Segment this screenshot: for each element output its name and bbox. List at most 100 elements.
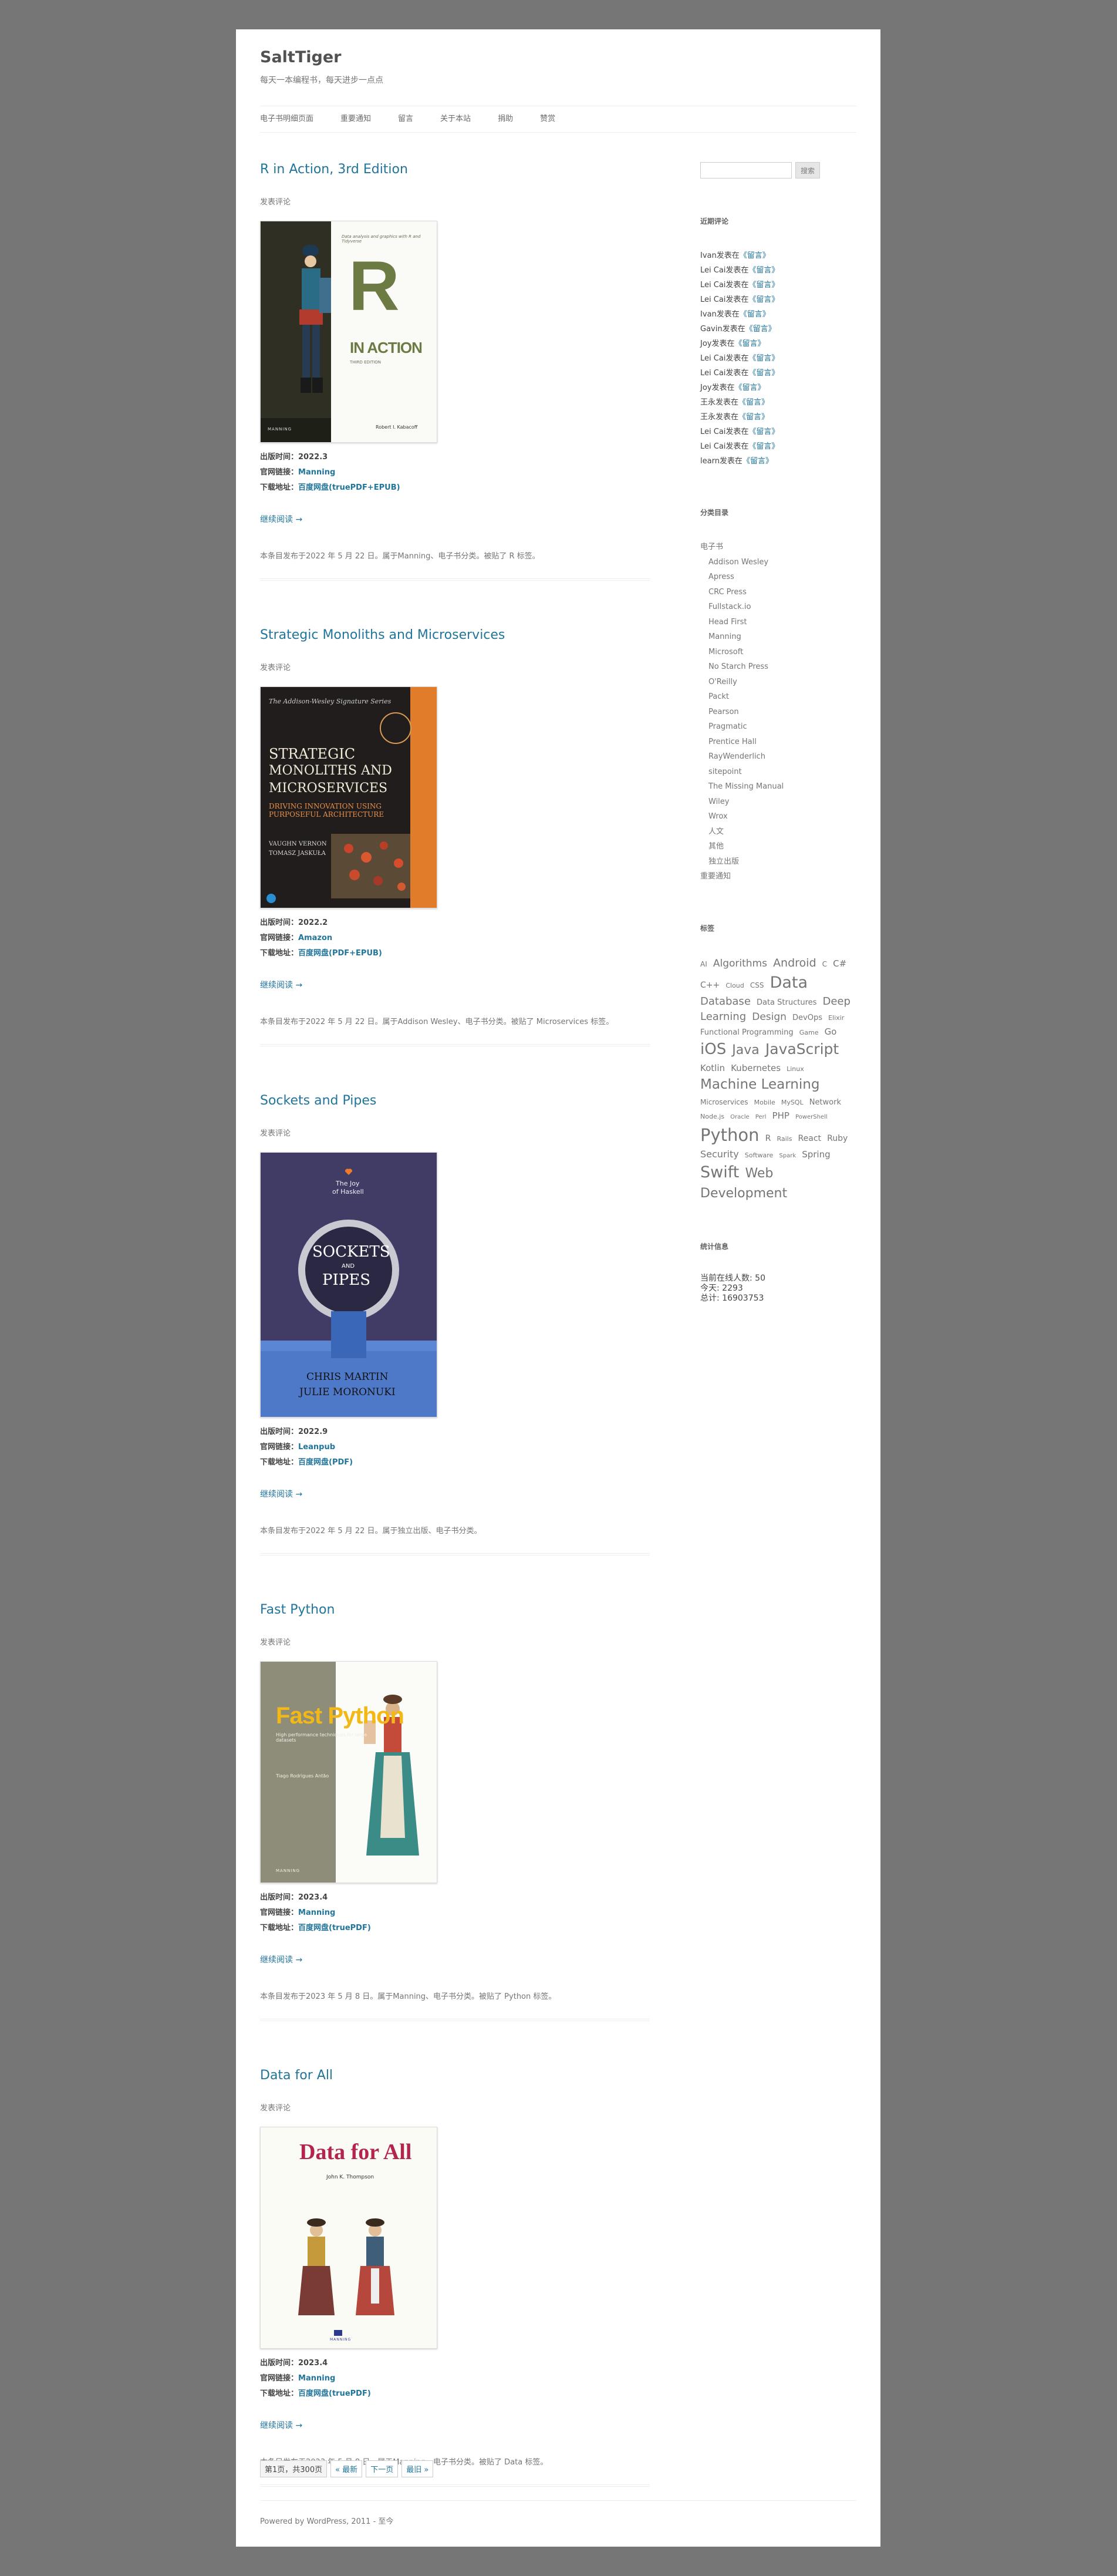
comment-post-link[interactable]: 《留言》 <box>740 310 770 319</box>
category-item[interactable]: No Starch Press <box>700 659 856 675</box>
tag-link[interactable]: Database <box>700 995 751 1008</box>
post-title[interactable]: Strategic Monoliths and Microservices <box>260 628 650 642</box>
category-item[interactable]: 电子书 <box>700 540 856 555</box>
comment-post-link[interactable]: 《留言》 <box>748 295 779 304</box>
tag-link[interactable]: C++ <box>700 981 720 990</box>
comment-post-link[interactable]: 《留言》 <box>734 339 765 348</box>
comment-post-link[interactable]: 《留言》 <box>734 383 765 392</box>
official-site-link[interactable]: Manning <box>298 468 335 477</box>
comments-link[interactable]: 发表评论 <box>260 661 650 672</box>
tag-link[interactable]: Spark <box>779 1153 796 1159</box>
tag-link[interactable]: Security <box>700 1149 739 1160</box>
comment-post-link[interactable]: 《留言》 <box>740 251 770 260</box>
comment-post-link[interactable]: 《留言》 <box>748 442 779 451</box>
tag-link[interactable]: Perl <box>755 1114 767 1120</box>
download-link[interactable]: 百度网盘(PDF) <box>298 1458 353 1467</box>
tag-link[interactable]: R <box>765 1134 771 1143</box>
comments-link[interactable]: 发表评论 <box>260 1127 650 1138</box>
category-item[interactable]: O'Reilly <box>700 675 856 690</box>
tag-link[interactable]: AI <box>700 960 707 968</box>
category-item[interactable]: Addison Wesley <box>700 555 856 570</box>
tag-link[interactable]: Ruby <box>827 1134 848 1143</box>
post-title[interactable]: R in Action, 3rd Edition <box>260 162 650 177</box>
comments-link[interactable]: 发表评论 <box>260 196 650 207</box>
tag-link[interactable]: Microservices <box>700 1098 748 1106</box>
continue-reading-link[interactable]: 继续阅读 → <box>260 1954 650 1965</box>
tag-link[interactable]: CSS <box>750 981 764 989</box>
search-input[interactable] <box>700 162 792 179</box>
tag-link[interactable]: C <box>822 960 827 968</box>
official-site-link[interactable]: Manning <box>298 1908 335 1917</box>
tag-link[interactable]: Linux <box>787 1065 804 1073</box>
tag-link[interactable]: Spring <box>802 1149 830 1160</box>
comment-post-link[interactable]: 《留言》 <box>748 281 779 289</box>
tag-link[interactable]: Swift <box>700 1163 739 1181</box>
newest-page-link[interactable]: « 最新 <box>330 2460 363 2477</box>
tag-link[interactable]: Algorithms <box>713 958 767 969</box>
category-item[interactable]: 独立出版 <box>700 854 856 870</box>
download-link[interactable]: 百度网盘(PDF+EPUB) <box>298 949 382 958</box>
tag-link[interactable]: Python <box>700 1125 760 1145</box>
category-item[interactable]: The Missing Manual <box>700 779 856 794</box>
category-item[interactable]: CRC Press <box>700 585 856 600</box>
tag-link[interactable]: Data Structures <box>757 998 816 1007</box>
nav-item-notice[interactable]: 重要通知 <box>340 106 371 132</box>
tag-link[interactable]: Kubernetes <box>731 1063 781 1073</box>
tag-link[interactable]: Data <box>770 974 808 992</box>
official-site-link[interactable]: Amazon <box>298 934 332 942</box>
tag-link[interactable]: Node.js <box>700 1113 724 1120</box>
comment-post-link[interactable]: 《留言》 <box>738 413 769 422</box>
category-item[interactable]: RayWenderlich <box>700 749 856 765</box>
tag-link[interactable]: Java <box>732 1043 759 1058</box>
tag-link[interactable]: Cloud <box>725 982 744 989</box>
category-item[interactable]: Apress <box>700 570 856 585</box>
tag-link[interactable]: Game <box>799 1029 819 1036</box>
tag-link[interactable]: Machine Learning <box>700 1077 819 1092</box>
category-item[interactable]: Head First <box>700 615 856 630</box>
download-link[interactable]: 百度网盘(truePDF) <box>298 2389 371 2398</box>
category-item[interactable]: Pearson <box>700 705 856 720</box>
download-link[interactable]: 百度网盘(truePDF) <box>298 1924 371 1932</box>
nav-item-reward[interactable]: 赞赏 <box>540 106 555 132</box>
category-item[interactable]: 重要通知 <box>700 869 856 884</box>
tag-link[interactable]: PowerShell <box>795 1114 828 1120</box>
tag-link[interactable]: Mobile <box>754 1099 775 1106</box>
category-item[interactable]: Wiley <box>700 794 856 810</box>
tag-link[interactable]: Android <box>773 957 816 969</box>
post-title[interactable]: Sockets and Pipes <box>260 1093 650 1108</box>
comment-post-link[interactable]: 《留言》 <box>748 354 779 363</box>
download-link[interactable]: 百度网盘(truePDF+EPUB) <box>298 483 400 492</box>
official-site-link[interactable]: Leanpub <box>298 1443 335 1452</box>
site-title[interactable]: SaltTiger <box>260 48 341 66</box>
tag-link[interactable]: Kotlin <box>700 1063 725 1073</box>
post-title[interactable]: Data for All <box>260 2068 650 2083</box>
tag-link[interactable]: Elixir <box>828 1014 844 1022</box>
category-item[interactable]: Manning <box>700 629 856 645</box>
nav-item-donate[interactable]: 捐助 <box>498 106 513 132</box>
search-button[interactable]: 搜索 <box>795 162 821 179</box>
book-cover[interactable]: Fast Python High performance techniques … <box>260 1661 437 1883</box>
comment-post-link[interactable]: 《留言》 <box>748 427 779 436</box>
tag-link[interactable]: Network <box>809 1098 841 1107</box>
tag-link[interactable]: PHP <box>772 1110 789 1121</box>
comment-post-link[interactable]: 《留言》 <box>738 398 769 407</box>
category-item[interactable]: Prentice Hall <box>700 735 856 750</box>
comment-post-link[interactable]: 《留言》 <box>748 369 779 378</box>
tag-link[interactable]: C# <box>833 958 846 969</box>
tag-link[interactable]: Design <box>752 1011 787 1023</box>
nav-item-ebook-list[interactable]: 电子书明细页面 <box>260 106 313 132</box>
comment-post-link[interactable]: 《留言》 <box>748 266 779 275</box>
tag-link[interactable]: Go <box>825 1026 837 1037</box>
tag-link[interactable]: React <box>798 1134 821 1143</box>
category-item[interactable]: sitepoint <box>700 765 856 780</box>
tag-link[interactable]: Oracle <box>730 1114 750 1120</box>
continue-reading-link[interactable]: 继续阅读 → <box>260 979 650 991</box>
book-cover[interactable]: The Joy of Haskell SOCKETS AND PIPES CHR… <box>260 1152 437 1417</box>
tag-link[interactable]: Rails <box>777 1135 792 1143</box>
category-item[interactable]: 其他 <box>700 839 856 854</box>
official-site-link[interactable]: Manning <box>298 2374 335 2383</box>
tag-link[interactable]: Software <box>745 1151 774 1159</box>
book-cover[interactable]: Data analysis and graphics with R and Ti… <box>260 221 437 443</box>
continue-reading-link[interactable]: 继续阅读 → <box>260 1488 650 1500</box>
category-item[interactable]: Pragmatic <box>700 719 856 735</box>
